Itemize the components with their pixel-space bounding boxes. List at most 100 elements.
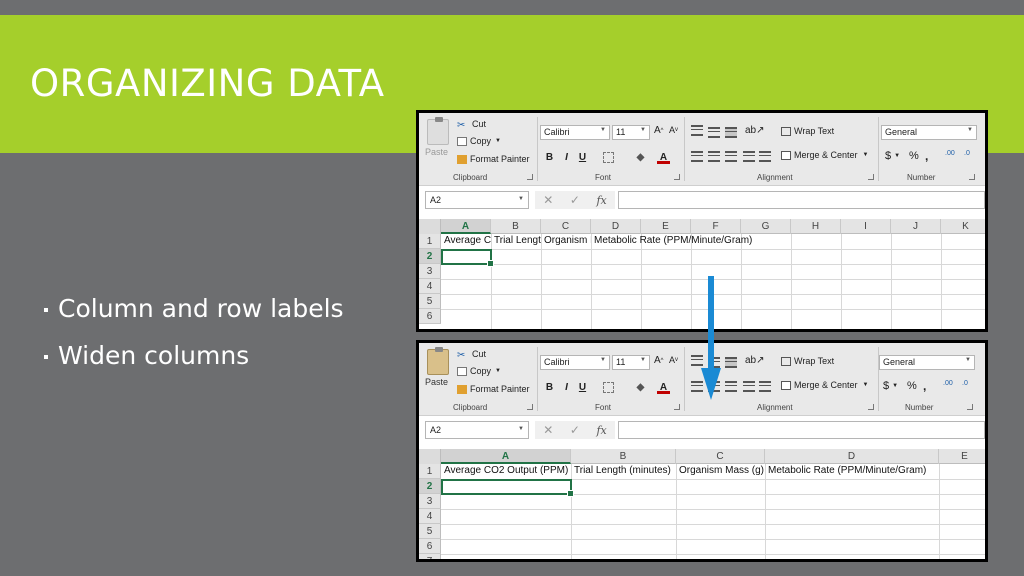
alignment-launcher-icon[interactable] [868,404,874,410]
clipboard-launcher-icon[interactable] [527,174,533,180]
decrease-font-icon[interactable]: Av [669,125,678,135]
cell-c1[interactable]: Organism Mass (g) [542,234,591,248]
align-right-icon[interactable] [725,151,737,162]
decrease-font-icon[interactable]: Av [669,355,678,365]
insert-function-icon[interactable]: fx [596,194,606,207]
name-box[interactable]: A2 ▼ [425,191,529,209]
italic-button[interactable]: I [560,381,573,394]
cell-b1[interactable]: Trial Length (minutes) [572,464,675,478]
column-header[interactable]: E [641,219,691,234]
row-header[interactable]: 1 [419,464,441,479]
cell-a1[interactable]: Average CO2 Output (PPM) [442,464,570,478]
column-header[interactable]: J [891,219,941,234]
cell-b1[interactable]: Trial Length (minutes) [492,234,541,248]
font-size-select[interactable]: 11 ▼ [612,125,650,140]
decrease-indent-icon[interactable] [743,151,755,162]
insert-function-icon[interactable]: fx [596,424,606,437]
column-header[interactable]: C [676,449,765,464]
selected-cell[interactable] [441,479,574,497]
underline-button[interactable]: U [576,381,589,394]
font-name-select[interactable]: Calibri ▼ [540,125,610,140]
row-header[interactable]: 4 [419,509,441,524]
paste-icon[interactable] [427,347,449,375]
decrease-decimal-icon[interactable]: .0 [964,150,970,157]
format-painter-button[interactable]: Format Painter [457,154,530,164]
row-header[interactable]: 2 [419,479,441,494]
column-header[interactable]: E [939,449,985,464]
select-all-corner[interactable] [419,449,441,464]
formula-input[interactable] [618,421,985,439]
increase-indent-icon[interactable] [759,151,771,162]
paste-button[interactable]: Paste [425,377,448,387]
cell-c1[interactable]: Organism Mass (g) [677,464,764,478]
bold-button[interactable]: B [543,151,556,164]
column-header[interactable]: H [791,219,841,234]
italic-button[interactable]: I [560,151,573,164]
increase-decimal-icon[interactable]: .00 [945,150,955,157]
font-color-icon[interactable]: A [657,381,670,394]
increase-font-icon[interactable]: A ^ [654,125,664,136]
borders-icon[interactable] [603,152,614,163]
row-header[interactable]: 7 [419,554,441,559]
column-header[interactable]: D [765,449,939,464]
align-bottom-icon[interactable] [725,357,737,368]
fill-color-icon[interactable]: ◆ [634,151,647,164]
row-header[interactable]: 2 [419,249,441,264]
copy-button[interactable]: Copy ▼ [457,136,501,146]
currency-button[interactable]: $ ▼ [885,150,900,162]
font-launcher-icon[interactable] [674,404,680,410]
percent-button[interactable]: % [907,380,917,392]
selected-cell[interactable] [441,249,494,267]
align-center-icon[interactable] [708,151,720,162]
column-header[interactable]: C [541,219,591,234]
row-header[interactable]: 6 [419,309,441,324]
paste-button[interactable]: Paste [425,147,448,157]
align-middle-icon[interactable] [708,127,720,138]
column-header[interactable]: F [691,219,741,234]
column-header[interactable]: G [741,219,791,234]
wrap-text-button[interactable]: Wrap Text [781,126,834,136]
align-left-icon[interactable] [691,151,703,162]
borders-icon[interactable] [603,382,614,393]
paste-icon[interactable] [427,117,449,145]
number-launcher-icon[interactable] [969,174,975,180]
cut-button[interactable]: ✂ Cut [457,119,486,131]
align-top-icon[interactable] [691,355,703,366]
enter-icon[interactable]: ✓ [570,193,580,207]
merge-center-button[interactable]: Merge & Center ▼ [781,380,868,390]
increase-decimal-icon[interactable]: .00 [943,380,953,387]
font-launcher-icon[interactable] [674,174,680,180]
increase-font-icon[interactable]: A ^ [654,355,664,366]
column-header[interactable]: A [441,219,491,234]
orientation-icon[interactable]: ab↗ [745,355,765,366]
select-all-corner[interactable] [419,219,441,234]
currency-button[interactable]: $ ▼ [883,380,898,392]
cell-d1[interactable]: Metabolic Rate (PPM/Minute/Gram) [592,234,752,248]
row-header[interactable]: 6 [419,539,441,554]
row-header[interactable]: 3 [419,494,441,509]
name-box[interactable]: A2 ▼ [425,421,529,439]
fill-color-icon[interactable]: ◆ [634,381,647,394]
decrease-indent-icon[interactable] [743,381,755,392]
font-color-icon[interactable]: A [657,151,670,164]
comma-button[interactable]: , [925,149,928,163]
column-header[interactable]: K [941,219,985,234]
enter-icon[interactable]: ✓ [570,423,580,437]
row-header[interactable]: 5 [419,524,441,539]
cancel-icon[interactable]: ✕ [543,423,553,437]
format-painter-button[interactable]: Format Painter [457,384,530,394]
column-header[interactable]: D [591,219,641,234]
clipboard-launcher-icon[interactable] [527,404,533,410]
row-header[interactable]: 4 [419,279,441,294]
comma-button[interactable]: , [923,379,926,393]
number-launcher-icon[interactable] [967,404,973,410]
cell-d1[interactable]: Metabolic Rate (PPM/Minute/Gram) [766,464,938,478]
font-size-select[interactable]: 11 ▼ [612,355,650,370]
bold-button[interactable]: B [543,381,556,394]
underline-button[interactable]: U [576,151,589,164]
column-header[interactable]: I [841,219,891,234]
orientation-icon[interactable]: ab↗ [745,125,765,136]
number-format-select[interactable]: General ▼ [879,355,975,370]
column-header[interactable]: B [571,449,676,464]
formula-input[interactable] [618,191,985,209]
